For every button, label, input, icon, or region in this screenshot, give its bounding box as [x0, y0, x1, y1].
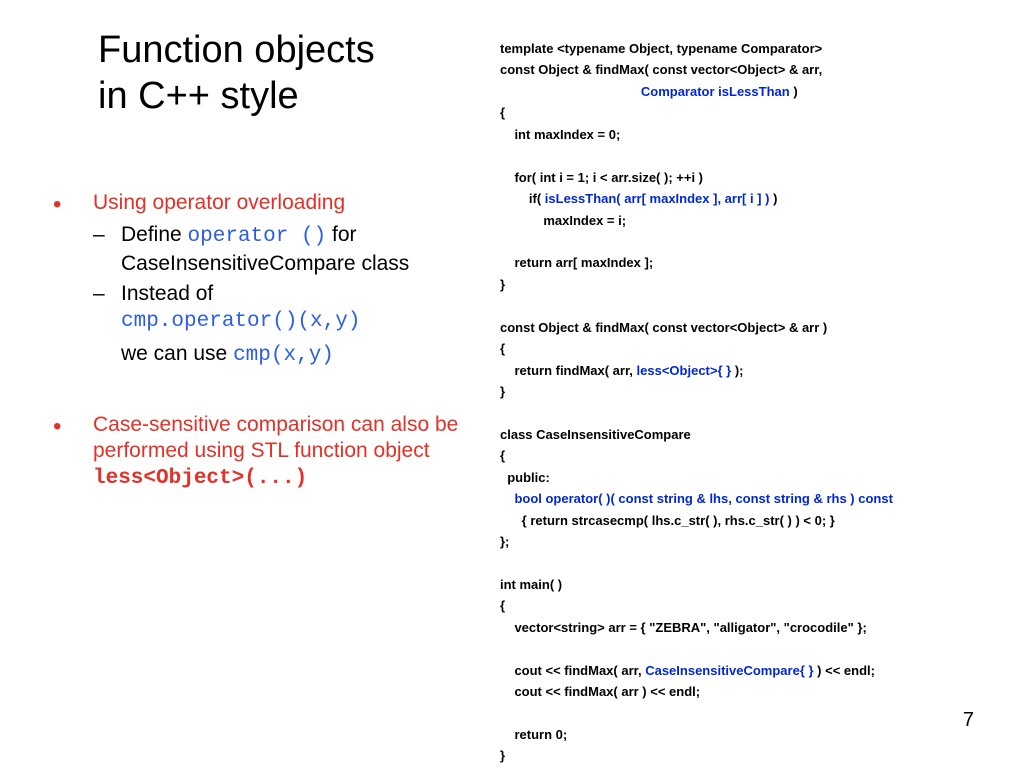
code-l8b: ) [769, 191, 777, 206]
code-l22-kw: bool operator( )( const string & lhs, co… [500, 491, 893, 506]
code-l30a: cout << findMax( arr, [500, 663, 645, 678]
code-l31: cout << findMax( arr ) << endl; [500, 684, 700, 699]
sub-1b-code: cmp.operator()(x,y) [121, 310, 360, 333]
code-l1: template <typename Object, typename Comp… [500, 41, 822, 56]
code-l12: } [500, 277, 505, 292]
title-line-1: Function objects [98, 29, 375, 71]
code-l20: { [500, 448, 505, 463]
bullet-dot-icon: • [53, 190, 61, 220]
bullet-1-text: Using operator overloading [93, 190, 465, 216]
bullet-1-subs: – Define operator () for CaseInsensitive… [93, 222, 465, 369]
code-l30b: ) << endl; [814, 663, 875, 678]
code-l9: maxIndex = i; [500, 213, 626, 228]
code-l21: public: [500, 470, 550, 485]
code-l26: int main( ) [500, 577, 562, 592]
code-l24: }; [500, 534, 509, 549]
code-l19: class CaseInsensitiveCompare [500, 427, 691, 442]
code-l2: const Object & findMax( const vector<Obj… [500, 62, 822, 77]
sub-1a-pre: Define [121, 223, 188, 246]
code-l16-kw: less<Object>{ } [637, 363, 732, 378]
sub-1b-pre: Instead of [121, 282, 213, 305]
bullet-2-code: less<Object>(...) [93, 467, 307, 490]
sub-1b-post1: we can use [121, 342, 233, 365]
code-l8a: if( [500, 191, 545, 206]
code-l4: { [500, 105, 505, 120]
code-l7: for( int i = 1; i < arr.size( ); ++i ) [500, 170, 703, 185]
bullet-dot-icon: • [53, 412, 61, 442]
code-l11: return arr[ maxIndex ]; [500, 255, 653, 270]
sub-1a-code: operator () [188, 225, 327, 248]
left-column: • Using operator overloading – Define op… [55, 190, 465, 522]
page-number: 7 [963, 709, 974, 732]
bullet-2-text: Case-sensitive comparison can also be pe… [93, 412, 465, 493]
code-block: template <typename Object, typename Comp… [500, 38, 1010, 767]
sub-1a: – Define operator () for CaseInsensitive… [93, 222, 465, 277]
code-l17: } [500, 384, 505, 399]
bullet-2: • Case-sensitive comparison can also be … [55, 412, 465, 493]
code-l27: { [500, 598, 505, 613]
sub-1b: – Instead of cmp.operator()(x,y) we can … [93, 281, 465, 370]
sub-1b-post2: cmp(x,y) [233, 344, 334, 367]
slide-title: Function objects in C++ style [98, 28, 375, 119]
code-l30-kw: CaseInsensitiveCompare{ } [645, 663, 813, 678]
code-l16a: return findMax( arr, [500, 363, 637, 378]
dash-icon: – [93, 222, 105, 248]
dash-icon: – [93, 281, 105, 307]
code-l14: const Object & findMax( const vector<Obj… [500, 320, 827, 335]
code-l3-kw: Comparator isLessThan [641, 84, 790, 99]
bullet-1: • Using operator overloading – Define op… [55, 190, 465, 370]
code-l23: { return strcasecmp( lhs.c_str( ), rhs.c… [500, 513, 835, 528]
code-l3b: ) [790, 84, 798, 99]
code-l16b: ); [731, 363, 743, 378]
code-l8-kw: isLessThan( arr[ maxIndex ], arr[ i ] ) [545, 191, 770, 206]
bullet-2-line: Case-sensitive comparison can also be pe… [93, 413, 458, 462]
sub-1a-body: Define operator () for CaseInsensitiveCo… [121, 222, 465, 277]
code-l5: int maxIndex = 0; [500, 127, 620, 142]
sub-1b-body: Instead of cmp.operator()(x,y) we can us… [121, 281, 465, 370]
slide: Function objects in C++ style • Using op… [0, 0, 1024, 768]
code-l33: return 0; [500, 727, 567, 742]
code-l3a [500, 84, 641, 99]
code-l34: } [500, 748, 505, 763]
title-line-2: in C++ style [98, 75, 299, 117]
code-l15: { [500, 341, 505, 356]
code-l28: vector<string> arr = { "ZEBRA", "alligat… [500, 620, 867, 635]
